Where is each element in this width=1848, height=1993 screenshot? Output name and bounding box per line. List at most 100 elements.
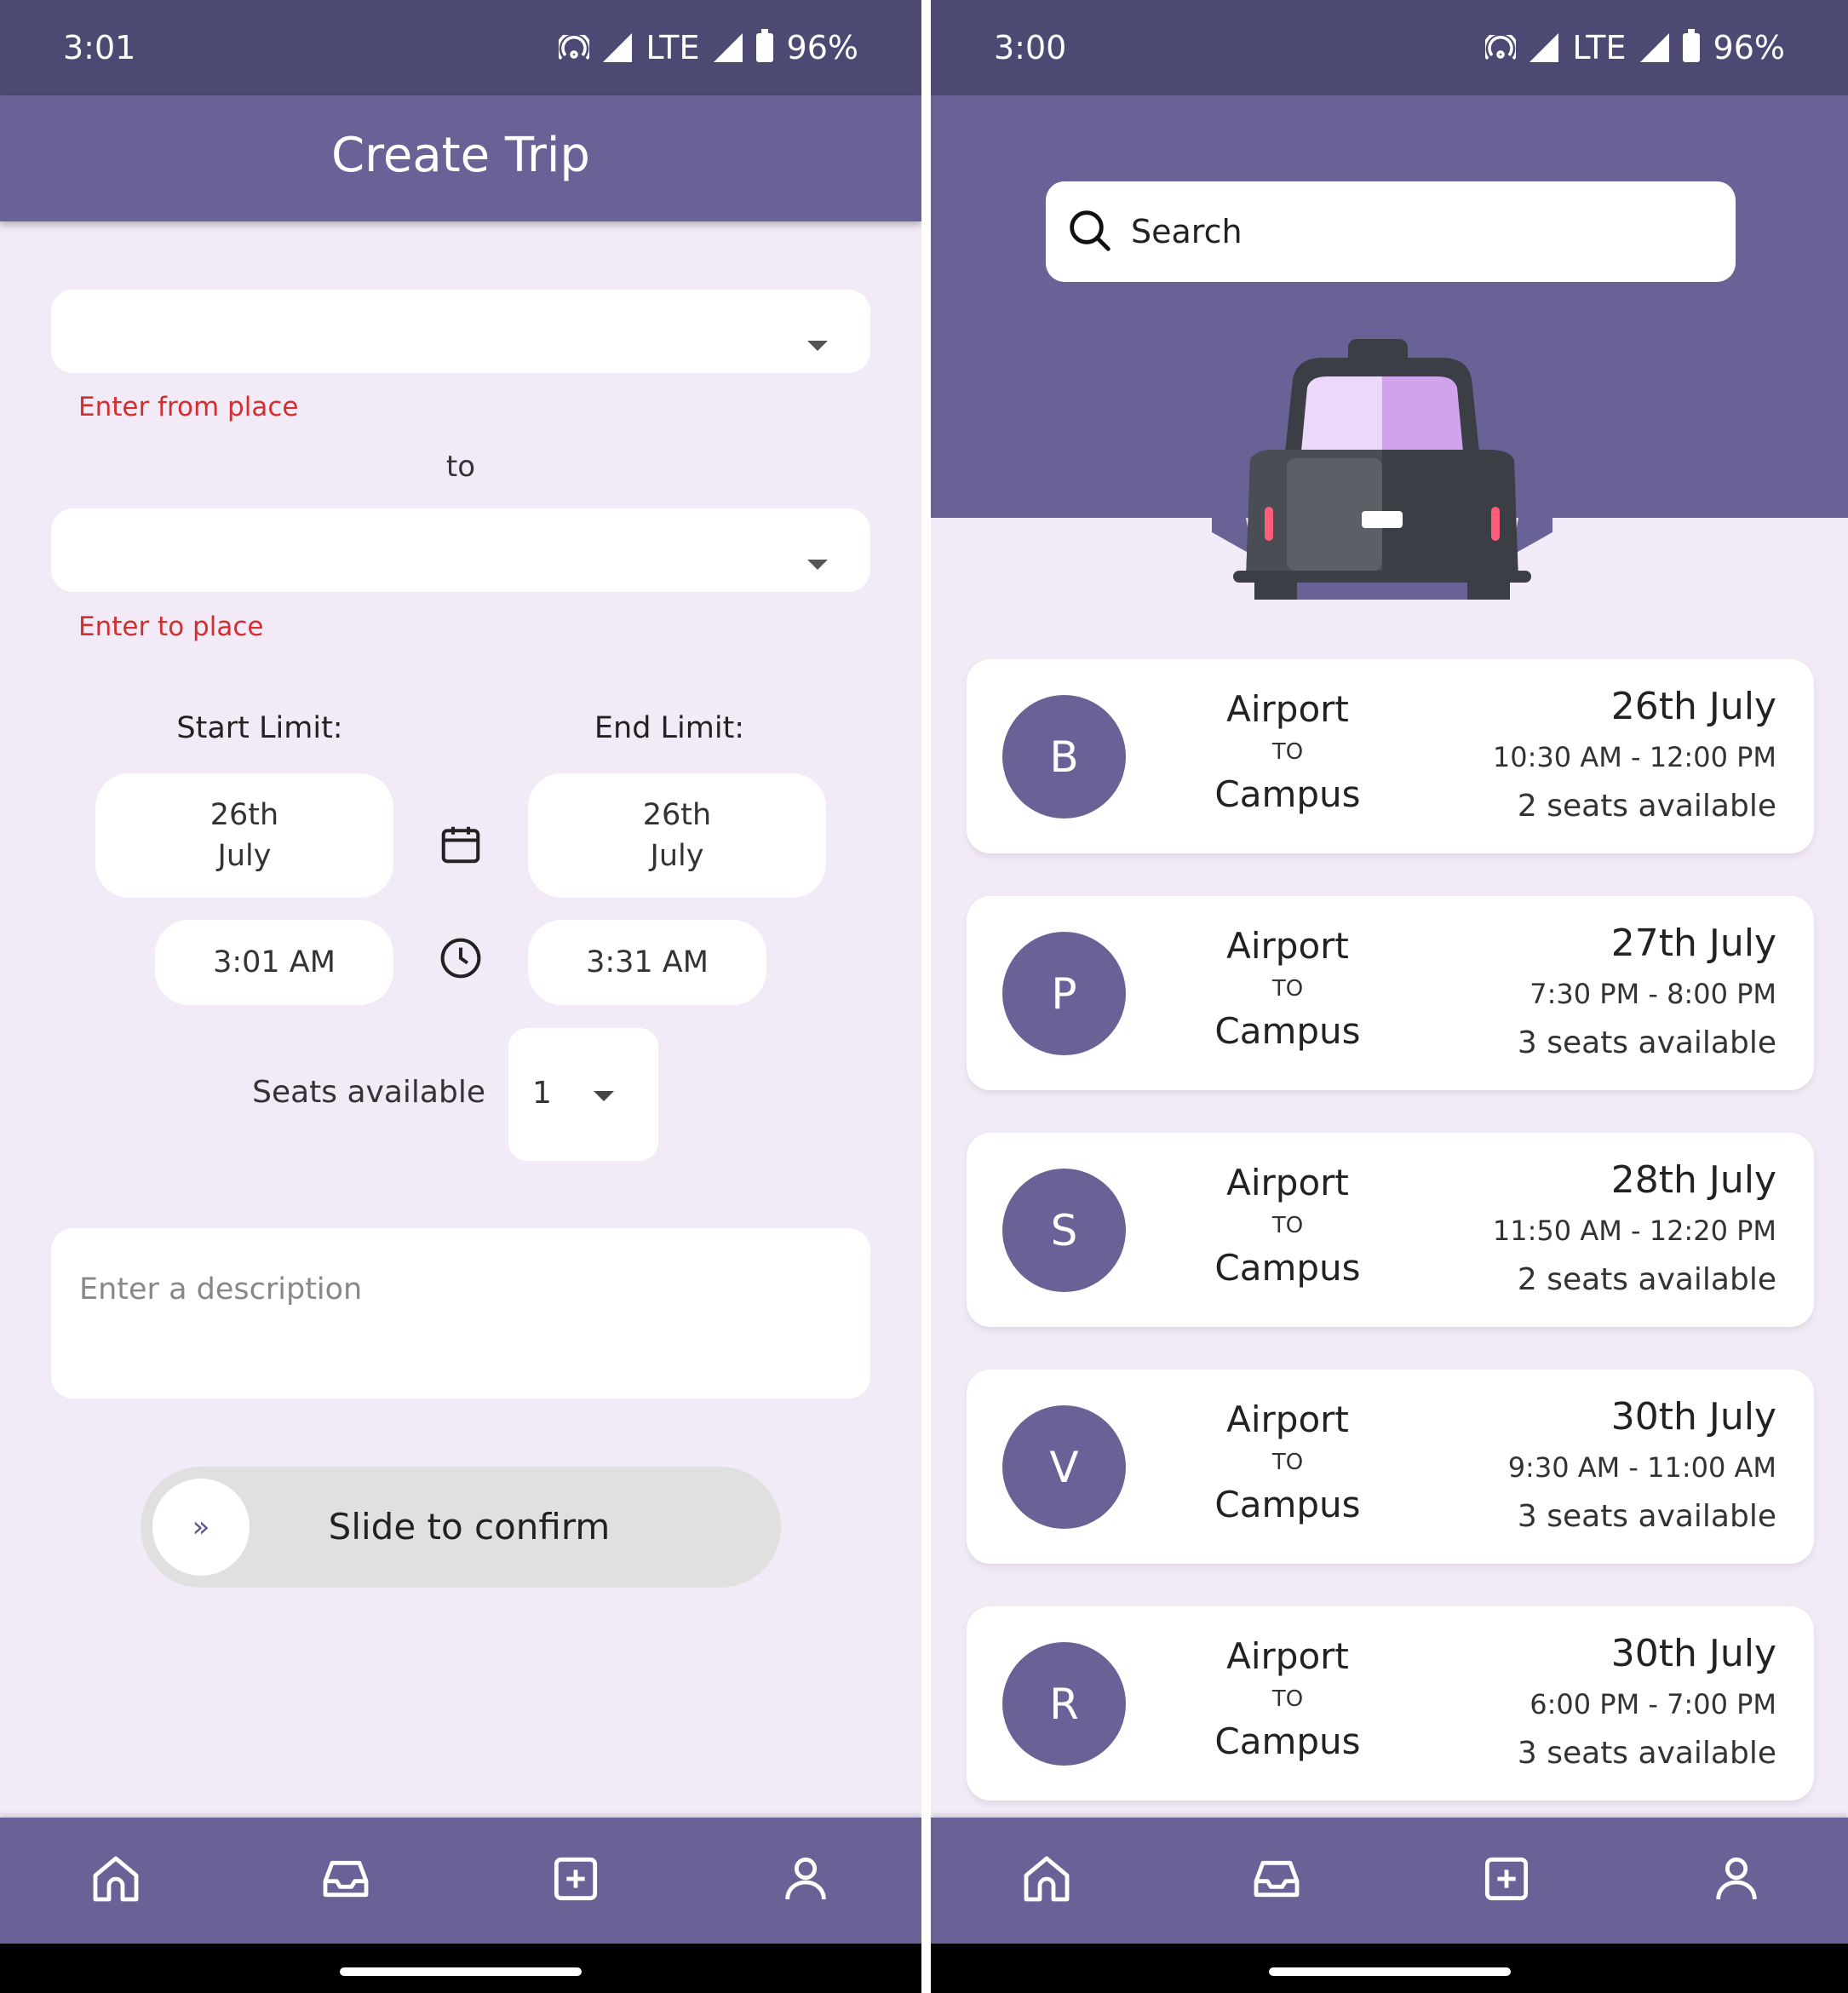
trip-date: 30th July [1610,1632,1776,1675]
trip-route: Airport TO Campus [1147,925,1428,1053]
status-time: 3:01 [63,29,136,66]
trip-card[interactable]: B Airport TO Campus 26th July 10:30 AM -… [967,659,1814,853]
seats-dropdown[interactable]: 1 [508,1028,658,1161]
add-square-icon[interactable] [1479,1852,1534,1906]
start-date-picker[interactable]: 26th July [95,773,393,898]
chevron-down-icon [594,1091,614,1101]
end-limit-label: End Limit: [594,711,745,745]
battery-icon [755,29,773,62]
inbox-icon[interactable] [1249,1852,1304,1906]
home-icon[interactable] [1019,1852,1074,1906]
search-placeholder: Search [1131,213,1243,250]
trip-time: 7:30 PM - 8:00 PM [1529,978,1776,1010]
page-title: Create Trip [331,128,590,183]
trip-destination: Campus [1214,773,1361,815]
trip-time: 6:00 PM - 7:00 PM [1529,1688,1776,1720]
double-chevron-right-icon: » [192,1510,210,1544]
trip-route: Airport TO Campus [1147,1635,1428,1763]
home-icon[interactable] [89,1852,143,1906]
status-time: 3:00 [994,29,1067,66]
trip-from: Airport [1226,1162,1349,1203]
trip-seats: 2 seats available [1517,789,1776,824]
end-date-picker[interactable]: 26th July [528,773,826,898]
description-field[interactable]: Enter a description [51,1228,870,1399]
trip-to-word: TO [1271,1686,1304,1712]
trip-list-screen: 3:00 LTE 96% Search B Airport TO Campus … [931,0,1848,1993]
gesture-bar-area [0,1944,921,1993]
status-icons: LTE 96% [559,29,858,66]
search-input[interactable]: Search [1046,181,1736,282]
seats-value: 1 [532,1076,552,1111]
from-place-dropdown[interactable] [51,290,870,373]
hotspot-icon [559,35,590,60]
from-place-error: Enter from place [78,392,299,422]
search-icon [1070,210,1111,251]
trip-to-word: TO [1271,739,1304,765]
trip-card[interactable]: R Airport TO Campus 30th July 6:00 PM - … [967,1606,1814,1801]
taxi-illustration [1212,339,1552,600]
create-trip-screen: 3:01 LTE 96% Create Trip Enter from plac… [0,0,921,1993]
status-bar: 3:01 LTE 96% [0,0,921,95]
trip-seats: 3 seats available [1517,1736,1776,1771]
slider-knob[interactable]: » [152,1479,250,1576]
trip-destination: Campus [1214,1484,1361,1525]
trip-destination: Campus [1214,1720,1361,1762]
trip-from: Airport [1226,1399,1349,1440]
calendar-icon[interactable] [438,821,484,867]
trip-card[interactable]: V Airport TO Campus 30th July 9:30 AM - … [967,1370,1814,1564]
end-time-picker[interactable]: 3:31 AM [528,920,766,1005]
trip-seats: 3 seats available [1517,1499,1776,1534]
signal-icon [1529,33,1559,62]
seats-available-label: Seats available [252,1075,485,1110]
battery-percent: 96% [1713,29,1785,66]
end-date-day: 26th [642,798,712,832]
trip-seats: 3 seats available [1517,1025,1776,1060]
chevron-down-icon [807,560,828,570]
network-label: LTE [1572,29,1627,66]
to-place-dropdown[interactable] [51,508,870,592]
trip-route: Airport TO Campus [1147,1399,1428,1526]
trip-from: Airport [1226,688,1349,730]
trip-time: 10:30 AM - 12:00 PM [1492,741,1776,773]
bottom-nav [0,1818,921,1944]
start-time-picker[interactable]: 3:01 AM [155,920,393,1005]
inbox-icon[interactable] [319,1852,373,1906]
person-icon[interactable] [1709,1852,1764,1906]
trip-card[interactable]: S Airport TO Campus 28th July 11:50 AM -… [967,1133,1814,1327]
trip-time: 9:30 AM - 11:00 AM [1507,1451,1776,1484]
avatar: R [1002,1642,1126,1766]
trip-destination: Campus [1214,1247,1361,1289]
signal-icon [603,33,633,62]
trip-destination: Campus [1214,1010,1361,1052]
start-limit-label: Start Limit: [176,711,343,745]
trip-card[interactable]: P Airport TO Campus 27th July 7:30 PM - … [967,896,1814,1090]
slide-to-confirm[interactable]: Slide to confirm » [141,1467,781,1588]
trip-route: Airport TO Campus [1147,688,1428,816]
gesture-handle[interactable] [1268,1967,1511,1976]
hotspot-icon [1485,35,1517,60]
avatar: S [1002,1169,1126,1292]
add-square-icon[interactable] [548,1852,603,1906]
status-bar: 3:00 LTE 96% [931,0,1848,95]
trip-route: Airport TO Campus [1147,1162,1428,1289]
app-bar: Create Trip [0,95,921,221]
trip-date: 27th July [1610,922,1776,965]
status-icons: LTE 96% [1485,29,1785,66]
start-time: 3:01 AM [213,945,336,979]
end-time: 3:31 AM [586,945,709,979]
app-screens: 3:01 LTE 96% Create Trip Enter from plac… [0,0,1848,1993]
trip-to-word: TO [1271,976,1304,1002]
start-date-day: 26th [209,798,279,832]
person-icon[interactable] [778,1852,833,1906]
trip-date: 30th July [1610,1395,1776,1439]
trip-from: Airport [1226,1635,1349,1677]
trip-to-word: TO [1271,1450,1304,1475]
signal-lte-icon [1639,33,1669,62]
trip-time: 11:50 AM - 12:20 PM [1492,1215,1776,1247]
signal-lte-icon [713,33,743,62]
clock-icon[interactable] [438,935,484,981]
avatar: V [1002,1405,1126,1529]
gesture-handle[interactable] [340,1967,582,1976]
trip-from: Airport [1226,925,1349,967]
end-date-month: July [650,839,704,873]
